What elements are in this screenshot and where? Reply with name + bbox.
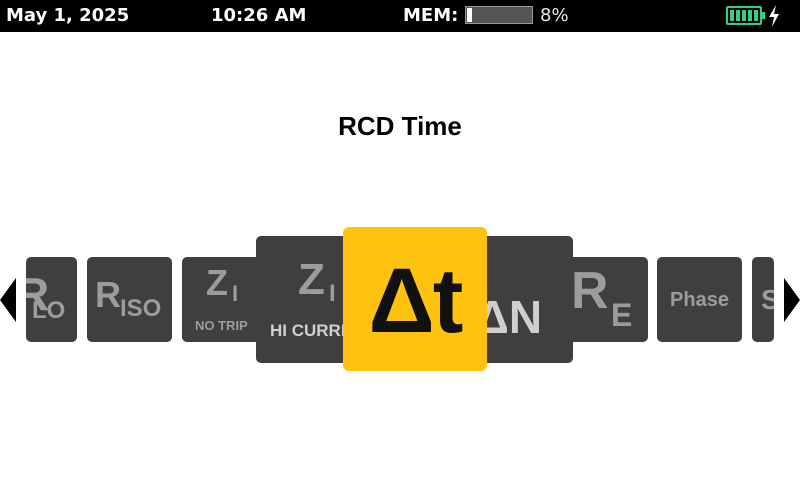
tile-rcd-time-selected[interactable]: Δt [343,227,487,371]
tile-zi-no-trip[interactable]: Z I NO TRIP [182,257,267,342]
page-title: RCD Time [338,111,462,141]
tile-rlo[interactable]: R LO [26,257,77,342]
tile-riso-main: R [95,274,121,315]
memory-percent: 8% [540,5,569,26]
tile-idn[interactable]: IΔN [477,236,573,363]
status-time: 10:26 AM [211,5,307,26]
memory-usage-fill [467,8,473,22]
tile-rlo-sub: LO [32,297,66,324]
tile-zi-no-trip-main: Z [206,262,228,303]
screen: May 1, 2025 10:26 AM MEM: 8% RCD Time R … [0,0,800,480]
tile-zi-no-trip-sub: I [232,281,239,306]
tile-re-sub: E [611,297,633,333]
tile-rcd-time-symbol: Δt [368,250,464,352]
tile-riso[interactable]: R ISO [87,257,172,342]
tile-re[interactable]: R E [563,257,648,342]
status-bar: May 1, 2025 10:26 AM MEM: 8% [0,0,800,32]
triangle-right-icon[interactable] [784,278,800,322]
tile-zi-hi-current-sub: I [329,280,336,307]
tile-zi-no-trip-caption: NO TRIP [195,318,248,333]
tile-zi-hi-current-main: Z [298,255,325,304]
tile-re-main: R [571,262,609,320]
tile-next-label: S [761,284,774,315]
status-date: May 1, 2025 [6,5,130,26]
battery-full-icon [726,6,765,25]
tile-next[interactable]: S [752,257,774,342]
tile-zi-hi-current[interactable]: Z I HI CURRENT [256,236,350,363]
memory-usage-bar [465,6,533,24]
tile-riso-sub: ISO [120,295,162,322]
tile-phase[interactable]: Phase [657,257,742,342]
triangle-left-icon[interactable] [0,278,20,322]
memory-label: MEM: [403,5,459,26]
tile-phase-label: Phase [670,289,729,311]
lightning-bolt-icon [769,5,779,27]
tile-zi-hi-current-caption: HI CURRENT [270,321,350,340]
